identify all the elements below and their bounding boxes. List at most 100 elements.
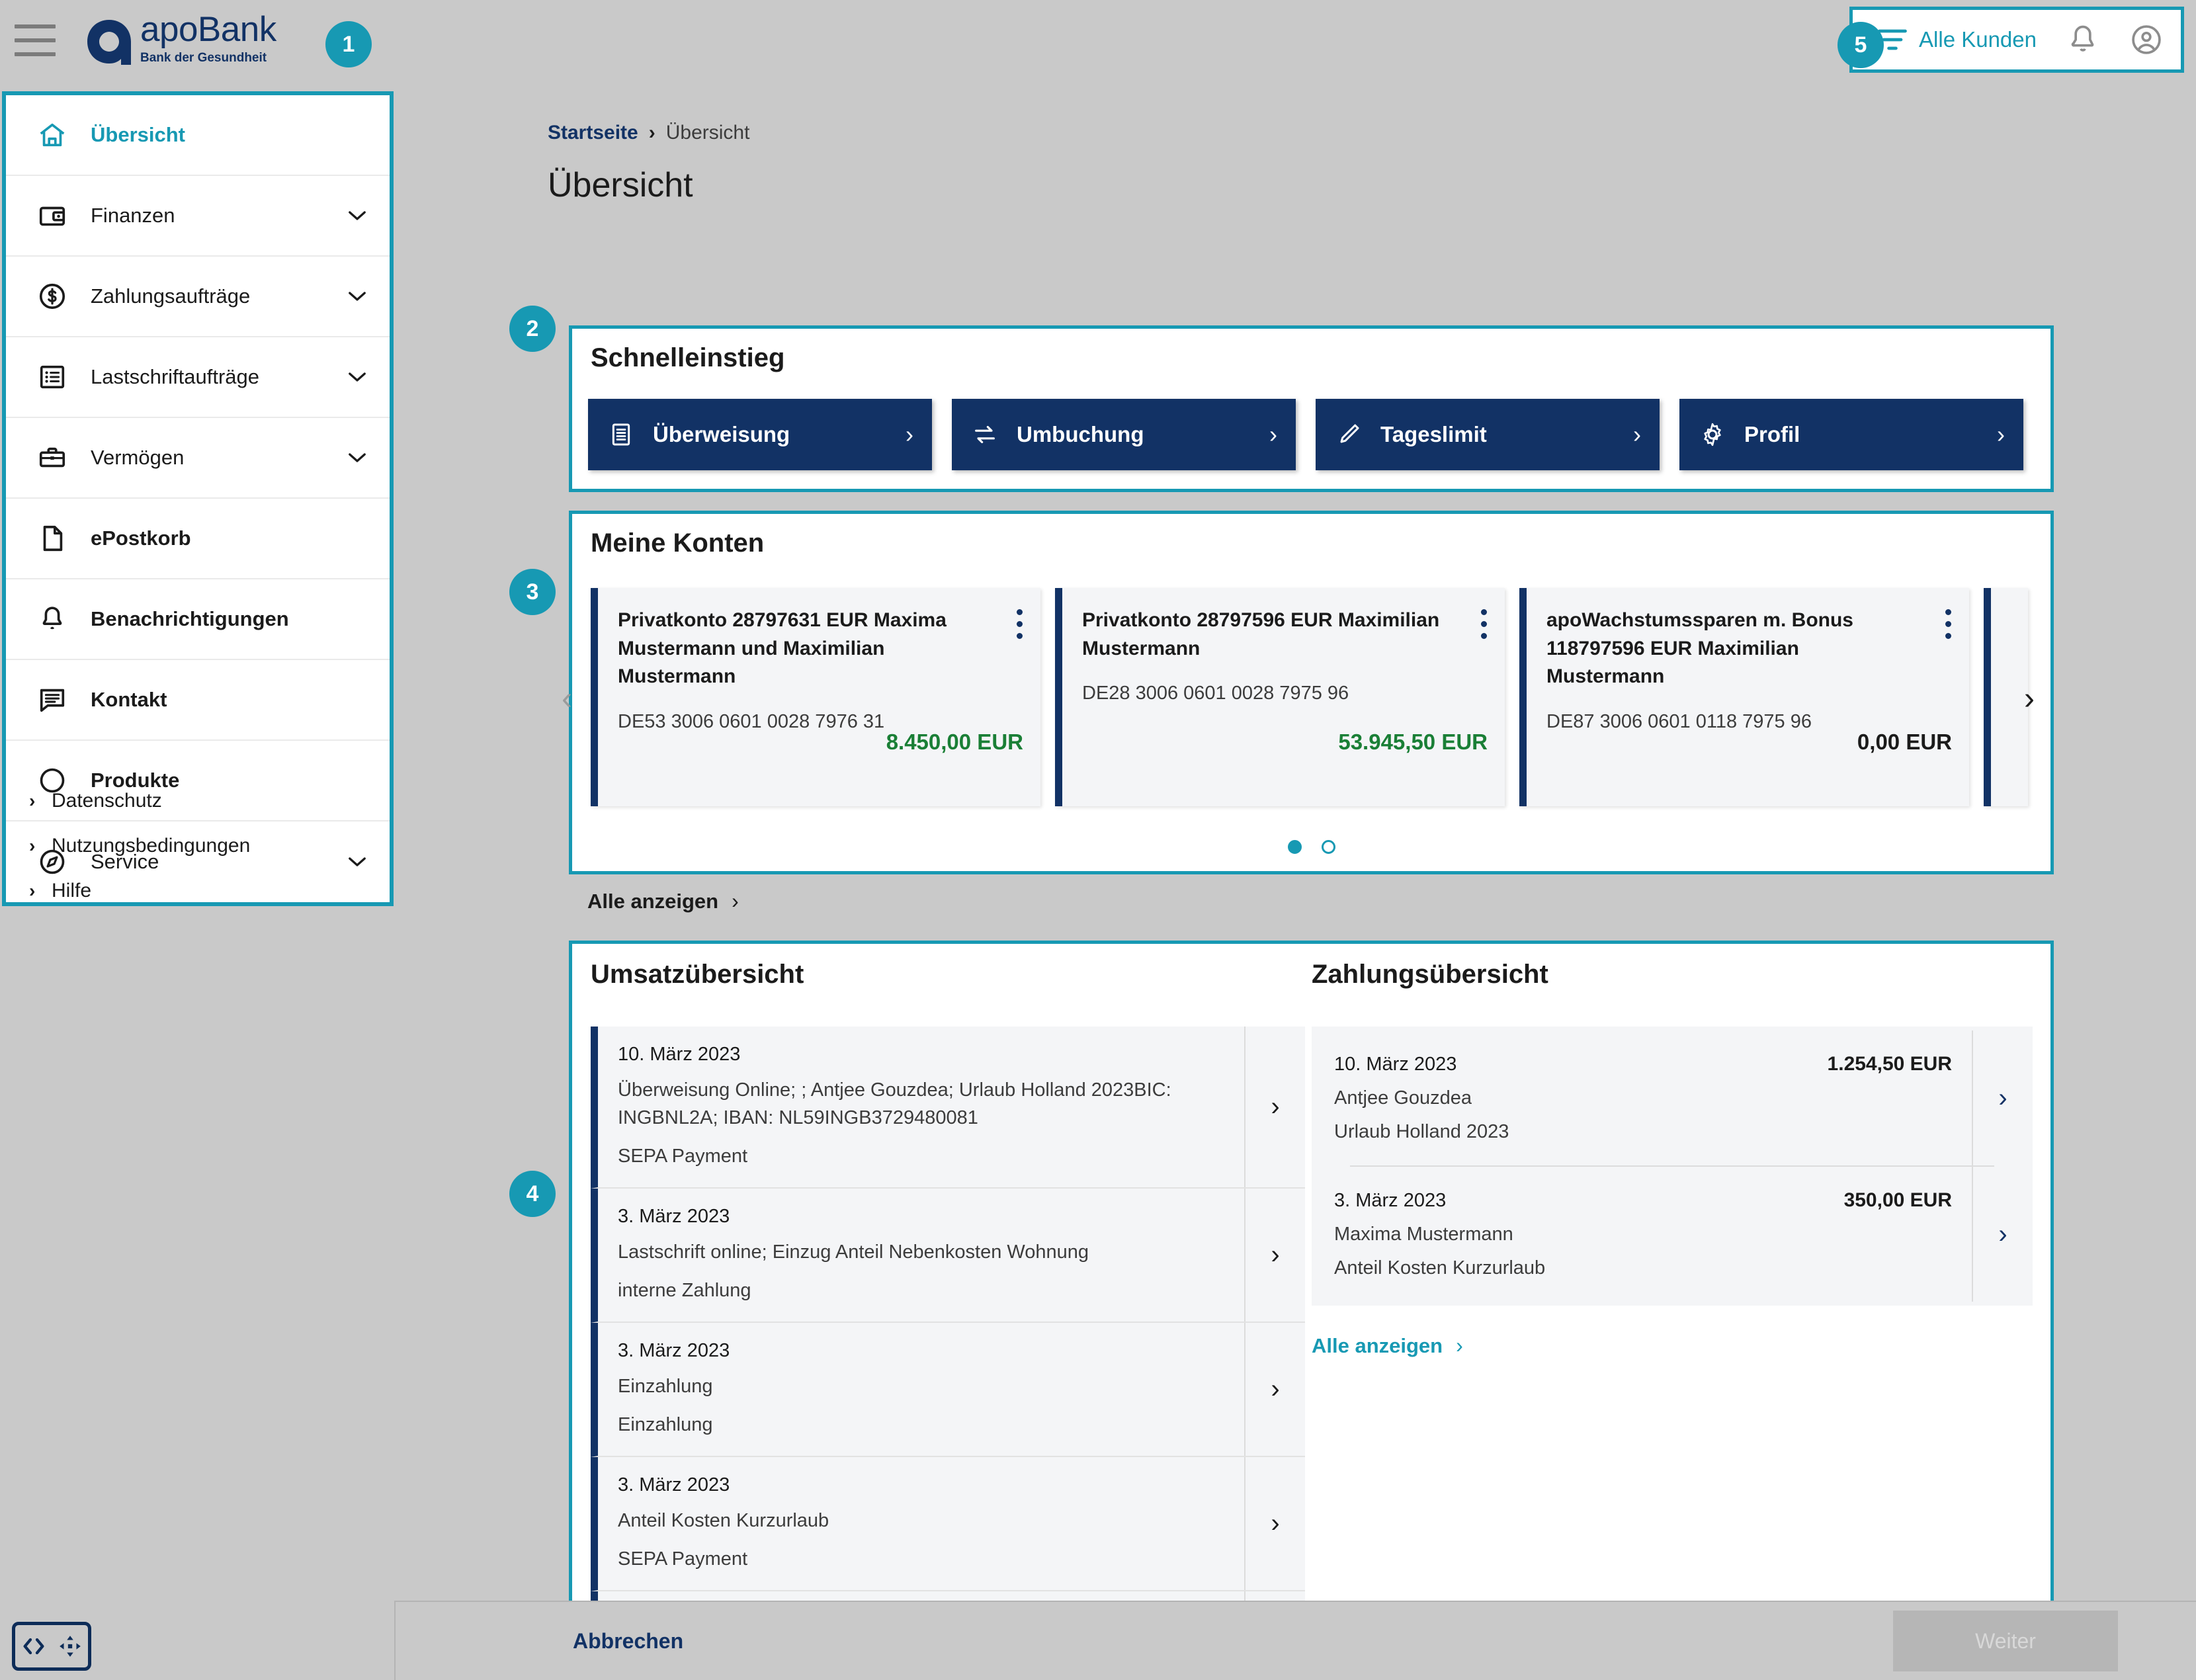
chevron-right-icon[interactable]: ›: [1972, 1030, 2033, 1165]
all-customers-label: Alle Kunden: [1919, 27, 2037, 52]
transaction-row[interactable]: 3. März 2023 Lastschrift online; Einzug …: [591, 1189, 1305, 1323]
sidebar-item-epostkorb[interactable]: ePostkorb: [6, 499, 390, 579]
account-balance: 53.945,50 EUR: [1338, 730, 1488, 754]
payment-row[interactable]: 10. März 2023 1.254,50 EUR Antjee Gouzde…: [1312, 1030, 2033, 1165]
quick-access-title: Schnelleinstieg: [591, 343, 785, 372]
apobank-logo[interactable]: apoBank Bank der Gesundheit: [85, 12, 276, 69]
account-options-kebab-icon[interactable]: [1945, 609, 1953, 645]
annotation-badge-4: 4: [509, 1171, 556, 1217]
sidebar-item-zahlungsauftraege[interactable]: Zahlungsaufträge: [6, 257, 390, 337]
accounts-panel: Meine Konten ‹ Privatkonto 28797631 EUR …: [562, 511, 2054, 874]
sidebar-item-label: Finanzen: [91, 204, 175, 227]
chevron-right-icon[interactable]: ›: [1244, 1457, 1305, 1591]
all-customers-filter-button[interactable]: Alle Kunden: [1875, 22, 2037, 57]
account-card-partial[interactable]: [1984, 588, 2028, 806]
quick-button-label: Profil: [1744, 422, 1800, 446]
account-options-kebab-icon[interactable]: [1017, 609, 1025, 645]
next-button[interactable]: Weiter: [1893, 1611, 2118, 1671]
sidebar-item-label: Vermögen: [91, 446, 185, 469]
accounts-title: Meine Konten: [591, 528, 765, 558]
annotation-badge-1: 1: [325, 21, 372, 67]
account-card[interactable]: apoWachstumssparen m. Bonus 118797596 EU…: [1519, 588, 1969, 806]
home-icon: [35, 118, 69, 152]
quick-access-buttons: Überweisung › Umbuchung › Tageslimit › P…: [588, 399, 2023, 470]
transfer-form-icon: [607, 420, 636, 449]
list-icon: [35, 360, 69, 394]
briefcase-icon: [35, 441, 69, 475]
footer-link-hilfe[interactable]: › Hilfe: [29, 868, 373, 913]
sidebar-item-vermoegen[interactable]: Vermögen: [6, 418, 390, 499]
chevron-down-icon[interactable]: [347, 371, 367, 383]
accessibility-widget[interactable]: [12, 1622, 91, 1671]
quick-button-label: Tageslimit: [1380, 422, 1487, 446]
transaction-detail: SEPA Payment: [618, 1146, 748, 1167]
cancel-button[interactable]: Abbrechen: [573, 1629, 683, 1654]
bell-icon[interactable]: [2066, 22, 2100, 57]
pencil-icon: [1334, 420, 1363, 449]
payment-amount: 350,00 EUR: [1843, 1189, 1952, 1211]
quick-button-umbuchung[interactable]: Umbuchung ›: [952, 399, 1296, 470]
payment-recipient: Antjee Gouzdea: [1334, 1087, 1472, 1109]
carousel-dot-2[interactable]: [1321, 840, 1335, 854]
payment-row[interactable]: 3. März 2023 350,00 EUR Maxima Musterman…: [1312, 1167, 2033, 1302]
payments-show-all-label: Alle anzeigen: [1312, 1333, 1443, 1357]
breadcrumb-home-link[interactable]: Startseite: [548, 122, 638, 144]
user-avatar-icon[interactable]: [2129, 22, 2164, 57]
account-iban: DE28 3006 0601 0028 7975 96: [1082, 683, 1349, 704]
bell-icon: [35, 602, 69, 636]
chat-icon: [35, 683, 69, 717]
transaction-row[interactable]: 10. März 2023 Überweisung Online; ; Antj…: [591, 1027, 1305, 1189]
accounts-show-all-link[interactable]: Alle anzeigen ›: [587, 889, 739, 913]
document-icon: [35, 521, 69, 556]
sidebar-item-lastschriftauftraege[interactable]: Lastschriftaufträge: [6, 337, 390, 418]
transaction-description: Lastschrift online; Einzug Anteil Nebenk…: [618, 1241, 1089, 1263]
account-card[interactable]: Privatkonto 28797596 EUR Maximilian Must…: [1055, 588, 1505, 806]
accounts-carousel-prev-button[interactable]: ‹: [562, 681, 572, 717]
transaction-description: Anteil Kosten Kurzurlaub: [618, 1510, 829, 1532]
account-options-kebab-icon[interactable]: [1481, 609, 1489, 645]
chevron-down-icon[interactable]: [347, 210, 367, 222]
chevron-right-icon[interactable]: ›: [1244, 1189, 1305, 1322]
payment-purpose: Anteil Kosten Kurzurlaub: [1334, 1257, 1546, 1279]
chevron-right-icon: ›: [1997, 421, 2005, 448]
breadcrumb-current: Übersicht: [665, 122, 750, 144]
chevron-right-icon: ›: [906, 421, 913, 448]
chevron-down-icon[interactable]: [347, 290, 367, 302]
accounts-carousel: Privatkonto 28797631 EUR Maxima Musterma…: [591, 588, 2028, 806]
sidebar-item-benachrichtigungen[interactable]: Benachrichtigungen: [6, 579, 390, 660]
quick-button-tageslimit[interactable]: Tageslimit ›: [1316, 399, 1660, 470]
transaction-date: 3. März 2023: [618, 1474, 730, 1496]
chevron-right-icon: ›: [1456, 1333, 1463, 1357]
payment-date: 10. März 2023: [1334, 1054, 1457, 1075]
sidebar-item-finanzen[interactable]: Finanzen: [6, 176, 390, 257]
dollar-circle-icon: [35, 279, 69, 314]
payment-amount: 1.254,50 EUR: [1827, 1053, 1952, 1075]
hamburger-menu-icon[interactable]: [15, 24, 56, 56]
footer-link-nutzungsbedingungen[interactable]: › Nutzungsbedingungen: [29, 823, 373, 868]
quick-button-ueberweisung[interactable]: Überweisung ›: [588, 399, 932, 470]
chevron-down-icon[interactable]: [347, 452, 367, 464]
overview-lists-panel: Umsatzübersicht 10. März 2023 Überweisun…: [569, 941, 2054, 1680]
transaction-description: Einzahlung: [618, 1376, 713, 1398]
sidebar-item-uebersicht[interactable]: Übersicht: [6, 95, 390, 176]
account-card[interactable]: Privatkonto 28797631 EUR Maxima Musterma…: [591, 588, 1040, 806]
footer-link-label: Hilfe: [52, 880, 92, 902]
payments-show-all-link[interactable]: Alle anzeigen ›: [1312, 1333, 2033, 1358]
quick-button-label: Umbuchung: [1017, 422, 1144, 446]
footer-link-datenschutz[interactable]: › Datenschutz: [29, 778, 373, 823]
main-content: Startseite › Übersicht Übersicht Schnell…: [396, 81, 2196, 1680]
transaction-row[interactable]: 3. März 2023 Einzahlung Einzahlung ›: [591, 1323, 1305, 1458]
chevron-right-icon[interactable]: ›: [1972, 1167, 2033, 1302]
transaction-row[interactable]: 3. März 2023 Anteil Kosten Kurzurlaub SE…: [591, 1457, 1305, 1592]
quick-access-panel: Schnelleinstieg Überweisung › Umbuchung …: [569, 325, 2054, 492]
transaction-detail: SEPA Payment: [618, 1548, 748, 1570]
apobank-logo-mark-icon: [85, 17, 134, 69]
chevron-right-icon[interactable]: ›: [1244, 1027, 1305, 1188]
quick-button-profil[interactable]: Profil ›: [1679, 399, 2023, 470]
breadcrumb: Startseite › Übersicht: [548, 122, 749, 144]
accounts-carousel-next-button[interactable]: ›: [2024, 681, 2035, 717]
chevron-right-icon: ›: [1269, 421, 1277, 448]
sidebar-item-kontakt[interactable]: Kontakt: [6, 660, 390, 741]
chevron-right-icon[interactable]: ›: [1244, 1323, 1305, 1456]
carousel-dot-1[interactable]: [1287, 840, 1302, 854]
